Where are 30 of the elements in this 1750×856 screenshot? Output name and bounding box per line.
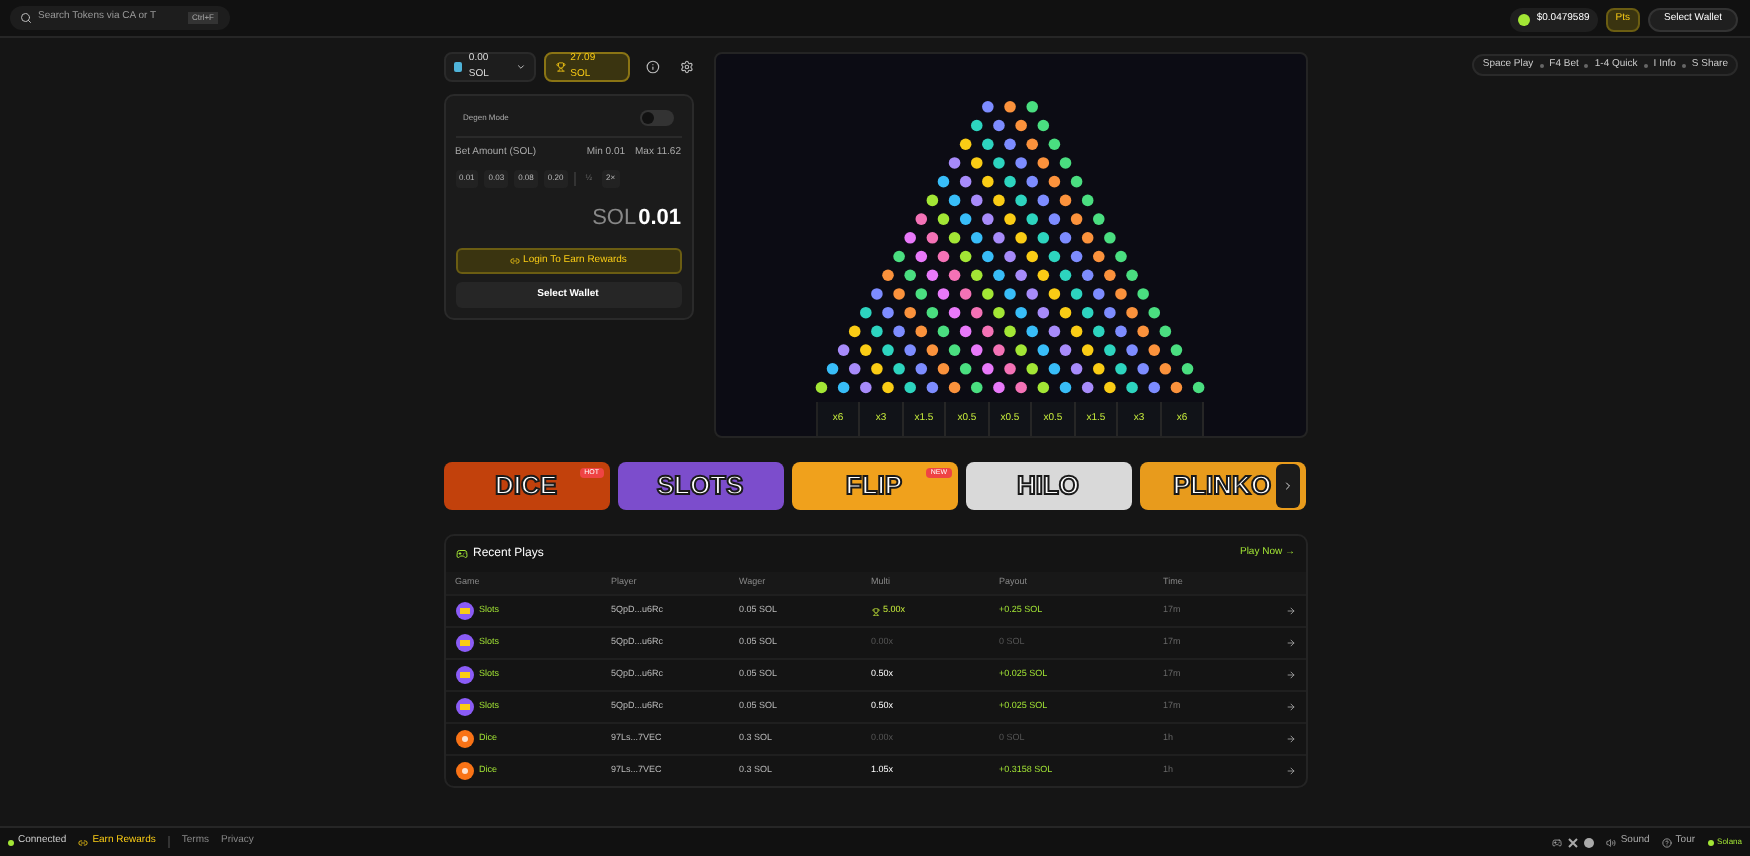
link-icon [78, 837, 89, 847]
x-icon[interactable] [1568, 837, 1579, 847]
game-title: DICE [494, 468, 558, 505]
token-icon [453, 62, 463, 72]
info-icon[interactable] [645, 60, 660, 74]
speaker-icon [1606, 837, 1617, 847]
arrow-icon[interactable] [1285, 670, 1295, 680]
coin-icon [1518, 14, 1531, 26]
arrow-icon[interactable] [1285, 702, 1295, 712]
gamepad-icon[interactable] [1552, 837, 1563, 847]
link-icon [509, 256, 520, 266]
bet-amount-value: 0.01 [638, 203, 681, 233]
arrow-icon[interactable] [1285, 606, 1295, 616]
trophy-icon [556, 62, 567, 72]
game-title: FLIP [845, 468, 903, 505]
game-title: SLOTS [656, 468, 744, 505]
degen-mode-toggle[interactable] [639, 110, 673, 126]
chevron-right-icon [1281, 480, 1293, 492]
game-title: HILO [1016, 468, 1080, 505]
arrow-icon[interactable] [1285, 734, 1295, 744]
gamepad-icon [455, 548, 467, 560]
currency-label: SOL [592, 203, 637, 233]
chevron-icon [516, 62, 527, 72]
game-title: PLINKO [1172, 468, 1272, 505]
arrow-icon[interactable] [1285, 638, 1295, 648]
arrow-icon[interactable] [1285, 766, 1295, 776]
search-icon [20, 12, 32, 24]
next-arrow-button[interactable] [1275, 464, 1299, 508]
help-icon [1661, 837, 1672, 847]
settings-icon[interactable] [679, 60, 693, 74]
